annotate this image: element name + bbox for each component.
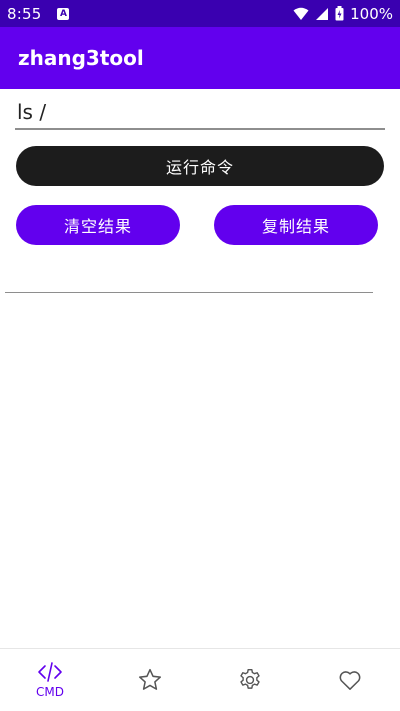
- command-input[interactable]: [15, 96, 385, 130]
- clear-result-label: 清空结果: [63, 217, 132, 236]
- heart-icon: [339, 671, 361, 690]
- nav-item-favorites-heart[interactable]: [300, 649, 400, 711]
- run-command-label: 运行命令: [165, 158, 234, 177]
- bottom-nav: CMD: [0, 648, 400, 711]
- app-bar: zhang3tool: [0, 27, 400, 89]
- battery-percent: 100%: [350, 4, 393, 23]
- status-bar: 8:55 A 100%: [0, 0, 400, 27]
- status-time: 8:55: [7, 4, 42, 23]
- result-output[interactable]: [5, 250, 373, 293]
- app-title: zhang3tool: [18, 46, 144, 70]
- signal-icon: [316, 7, 329, 20]
- nav-label-cmd: CMD: [36, 685, 64, 699]
- nav-item-settings[interactable]: [200, 649, 300, 711]
- gear-icon: [240, 669, 260, 689]
- status-icons: 100%: [293, 5, 393, 23]
- a-icon: A: [57, 7, 70, 20]
- code-icon: [38, 662, 62, 682]
- run-command-button[interactable]: 运行命令: [16, 146, 384, 186]
- wifi-icon: [293, 7, 309, 20]
- nav-item-cmd[interactable]: CMD: [0, 649, 100, 711]
- battery-icon: [335, 6, 344, 21]
- copy-result-label: 复制结果: [261, 217, 330, 236]
- nav-item-favorites[interactable]: [100, 649, 200, 711]
- copy-result-button[interactable]: 复制结果: [214, 205, 378, 245]
- star-icon: [138, 668, 162, 690]
- clear-result-button[interactable]: 清空结果: [16, 205, 180, 245]
- command-input-wrapper: [15, 96, 385, 132]
